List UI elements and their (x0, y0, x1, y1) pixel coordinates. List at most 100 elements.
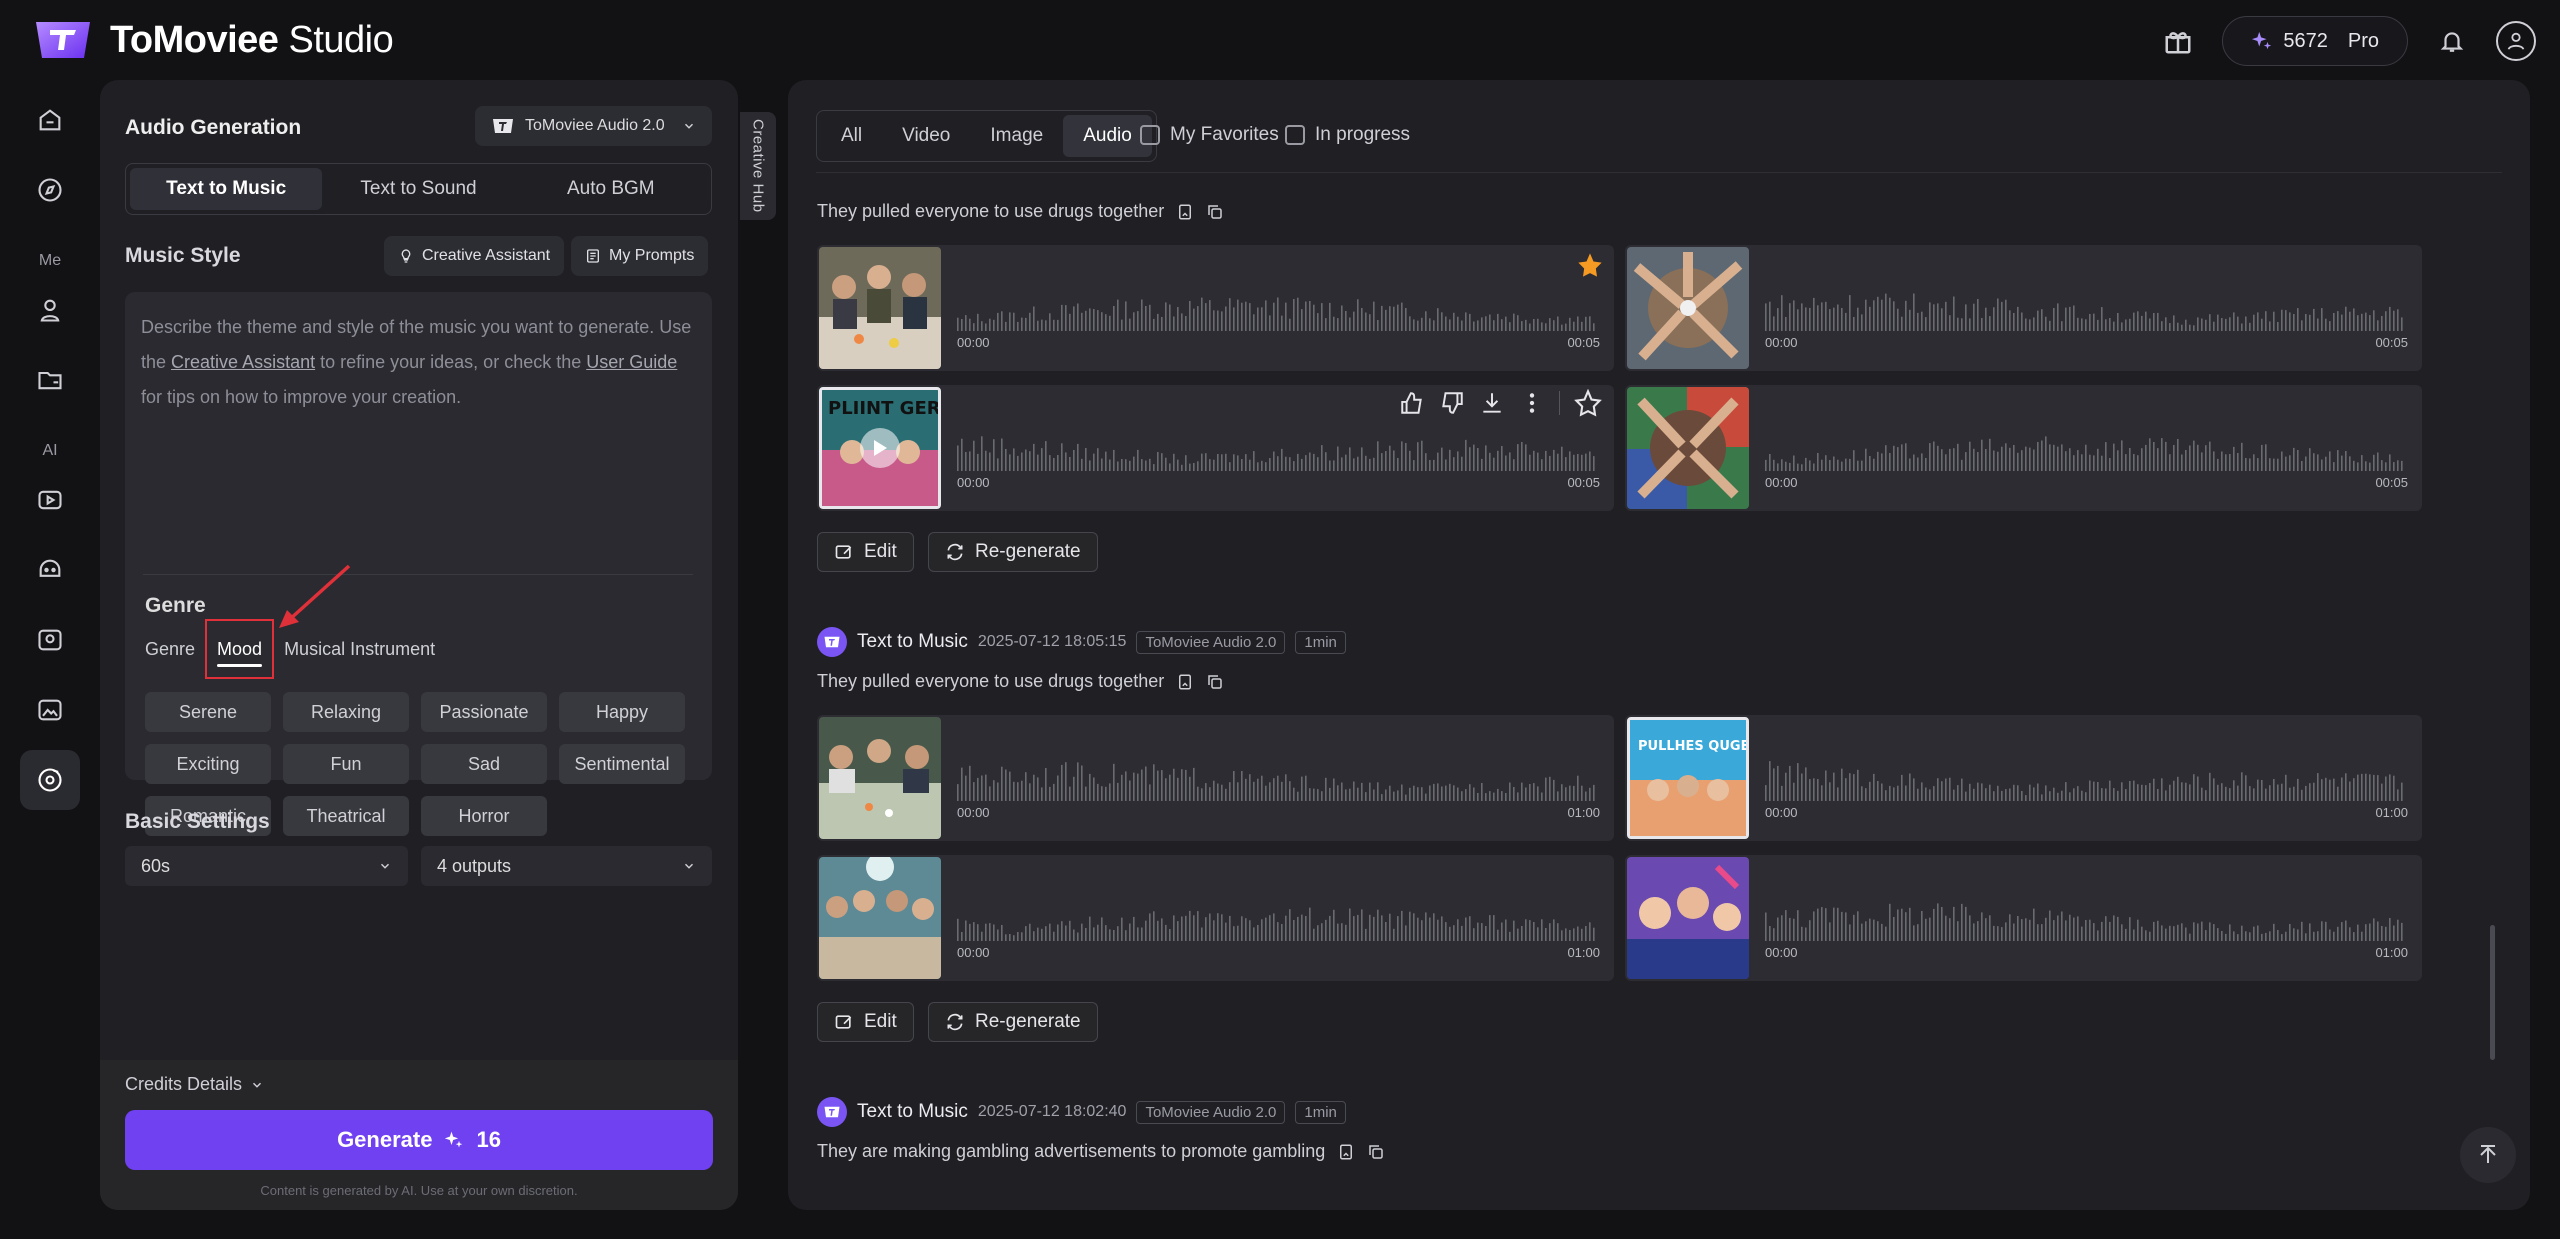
audio-track[interactable]: PLIINT GERBE 00:00 00:05 (817, 385, 1614, 511)
edit-button[interactable]: Edit (817, 532, 914, 572)
bell-icon[interactable] (2430, 19, 2474, 63)
creative-assistant-link[interactable]: Creative Assistant (171, 352, 315, 372)
mood-chip-serene[interactable]: Serene (145, 692, 271, 732)
image-gen-icon[interactable] (20, 610, 80, 670)
favorite-star-icon[interactable] (1576, 251, 1604, 279)
audio-gen-icon[interactable] (20, 750, 80, 810)
save-prompt-icon[interactable] (1176, 673, 1194, 691)
mood-chip-happy[interactable]: Happy (559, 692, 685, 732)
duration-select[interactable]: 60s (125, 846, 408, 886)
explore-icon[interactable] (20, 160, 80, 220)
profile-icon[interactable] (20, 280, 80, 340)
download-icon[interactable] (1479, 390, 1505, 416)
waveform-bar (2389, 774, 2391, 801)
home-icon[interactable] (20, 90, 80, 150)
tab-text-to-music[interactable]: Text to Music (130, 168, 323, 210)
mood-chip-fun[interactable]: Fun (283, 744, 409, 784)
scroll-to-top-button[interactable] (2460, 1127, 2516, 1183)
model-select[interactable]: ToMoviee Audio 2.0 (475, 106, 712, 146)
filter-tab-all[interactable]: All (821, 115, 882, 157)
regenerate-button[interactable]: Re-generate (928, 532, 1098, 572)
filter-tab-video[interactable]: Video (882, 115, 970, 157)
generate-button[interactable]: Generate 16 (125, 1110, 713, 1170)
waveform-bar (2201, 921, 2203, 941)
copy-icon[interactable] (1206, 673, 1224, 691)
waveform-bar (1077, 443, 1079, 471)
folder-icon[interactable] (20, 350, 80, 410)
save-prompt-icon[interactable] (1337, 1143, 1355, 1161)
character-icon[interactable] (20, 540, 80, 600)
copy-icon[interactable] (1367, 1143, 1385, 1161)
waveform-bar (2369, 462, 2371, 471)
creative-assistant-button[interactable]: Creative Assistant (384, 236, 565, 276)
mood-chip-relaxing[interactable]: Relaxing (283, 692, 409, 732)
credits-details-toggle[interactable]: Credits Details (125, 1074, 264, 1095)
waveform-bar (1845, 778, 1847, 801)
more-icon[interactable] (1519, 390, 1545, 416)
waveform-bar (2057, 792, 2059, 801)
user-guide-link[interactable]: User Guide (586, 352, 677, 372)
waveform-bar (2397, 460, 2399, 471)
waveform[interactable] (1765, 755, 2405, 801)
mood-chip-exciting[interactable]: Exciting (145, 744, 271, 784)
waveform-bar (1557, 923, 1559, 941)
mood-chip-sentimental[interactable]: Sentimental (559, 744, 685, 784)
user-avatar-icon[interactable] (2496, 21, 2536, 61)
audio-track[interactable]: 00:00 01:00 (817, 715, 1614, 841)
sub-tab-mood[interactable]: Mood (205, 619, 275, 679)
waveform-bar (1973, 923, 1975, 941)
creative-hub-tab[interactable]: Creative Hub (740, 112, 776, 220)
sub-tab-musical-instrument[interactable]: Musical Instrument (284, 628, 445, 670)
waveform[interactable] (957, 895, 1597, 941)
outputs-select[interactable]: 4 outputs (421, 846, 712, 886)
tab-text-to-sound[interactable]: Text to Sound (322, 168, 514, 210)
save-prompt-icon[interactable] (1176, 203, 1194, 221)
play-button[interactable] (860, 428, 900, 468)
waveform[interactable] (1765, 285, 2405, 331)
thumbs-up-icon[interactable] (1399, 390, 1425, 416)
credits-pill[interactable]: 5672 Pro (2222, 16, 2408, 66)
waveform-bar (1781, 459, 1783, 471)
waveform[interactable] (1765, 425, 2405, 471)
results-scrollbar[interactable] (2490, 925, 2495, 1060)
mood-chip-horror[interactable]: Horror (421, 796, 547, 836)
filter-tab-image[interactable]: Image (970, 115, 1063, 157)
edit-button[interactable]: Edit (817, 1002, 914, 1042)
waveform[interactable] (957, 755, 1597, 801)
waveform[interactable] (1765, 895, 2405, 941)
thumbs-down-icon[interactable] (1439, 390, 1465, 416)
filter-tab-audio[interactable]: Audio (1063, 115, 1152, 157)
audio-track[interactable]: 00:00 01:00 (817, 855, 1614, 981)
audio-track[interactable]: PULLHES QUGES 00:00 01:00 (1625, 715, 2422, 841)
copy-icon[interactable] (1206, 203, 1224, 221)
app-logo[interactable]: ToMoviee Studio (28, 18, 394, 62)
mood-chip-passionate[interactable]: Passionate (421, 692, 547, 732)
sub-tab-genre[interactable]: Genre (145, 628, 205, 670)
my-favorites-checkbox[interactable]: My Favorites (1140, 124, 1279, 146)
waveform-bar (2121, 440, 2123, 471)
waveform[interactable] (957, 425, 1597, 471)
mood-chip-sad[interactable]: Sad (421, 744, 547, 784)
prompt-input[interactable]: Describe the theme and style of the musi… (141, 310, 701, 415)
audio-track[interactable]: 00:00 00:05 (1625, 245, 2422, 371)
genre-sub-tabs: Genre Mood Musical Instrument (145, 619, 445, 679)
music-style-title: Music Style (125, 244, 241, 267)
video-gen-icon[interactable] (20, 470, 80, 530)
gift-icon[interactable] (2156, 19, 2200, 63)
star-outline-icon[interactable] (1574, 389, 1602, 417)
in-progress-checkbox[interactable]: In progress (1285, 124, 1410, 146)
mood-chip-theatrical[interactable]: Theatrical (283, 796, 409, 836)
my-prompts-button[interactable]: My Prompts (571, 236, 709, 276)
audio-track[interactable]: 00:00 01:00 (1625, 855, 2422, 981)
music-badge-icon (817, 627, 847, 657)
waveform-bar (1997, 926, 1999, 941)
audio-track[interactable]: 00:00 00:05 (817, 245, 1614, 371)
waveform[interactable] (957, 285, 1597, 331)
image-edit-icon[interactable] (20, 680, 80, 740)
tab-auto-bgm[interactable]: Auto BGM (515, 168, 707, 210)
waveform-bar (1493, 792, 1495, 801)
audio-track[interactable]: 00:00 00:05 (1625, 385, 2422, 511)
waveform-bar (1329, 302, 1331, 331)
track-end-time: 00:05 (1567, 475, 1600, 490)
regenerate-button[interactable]: Re-generate (928, 1002, 1098, 1042)
